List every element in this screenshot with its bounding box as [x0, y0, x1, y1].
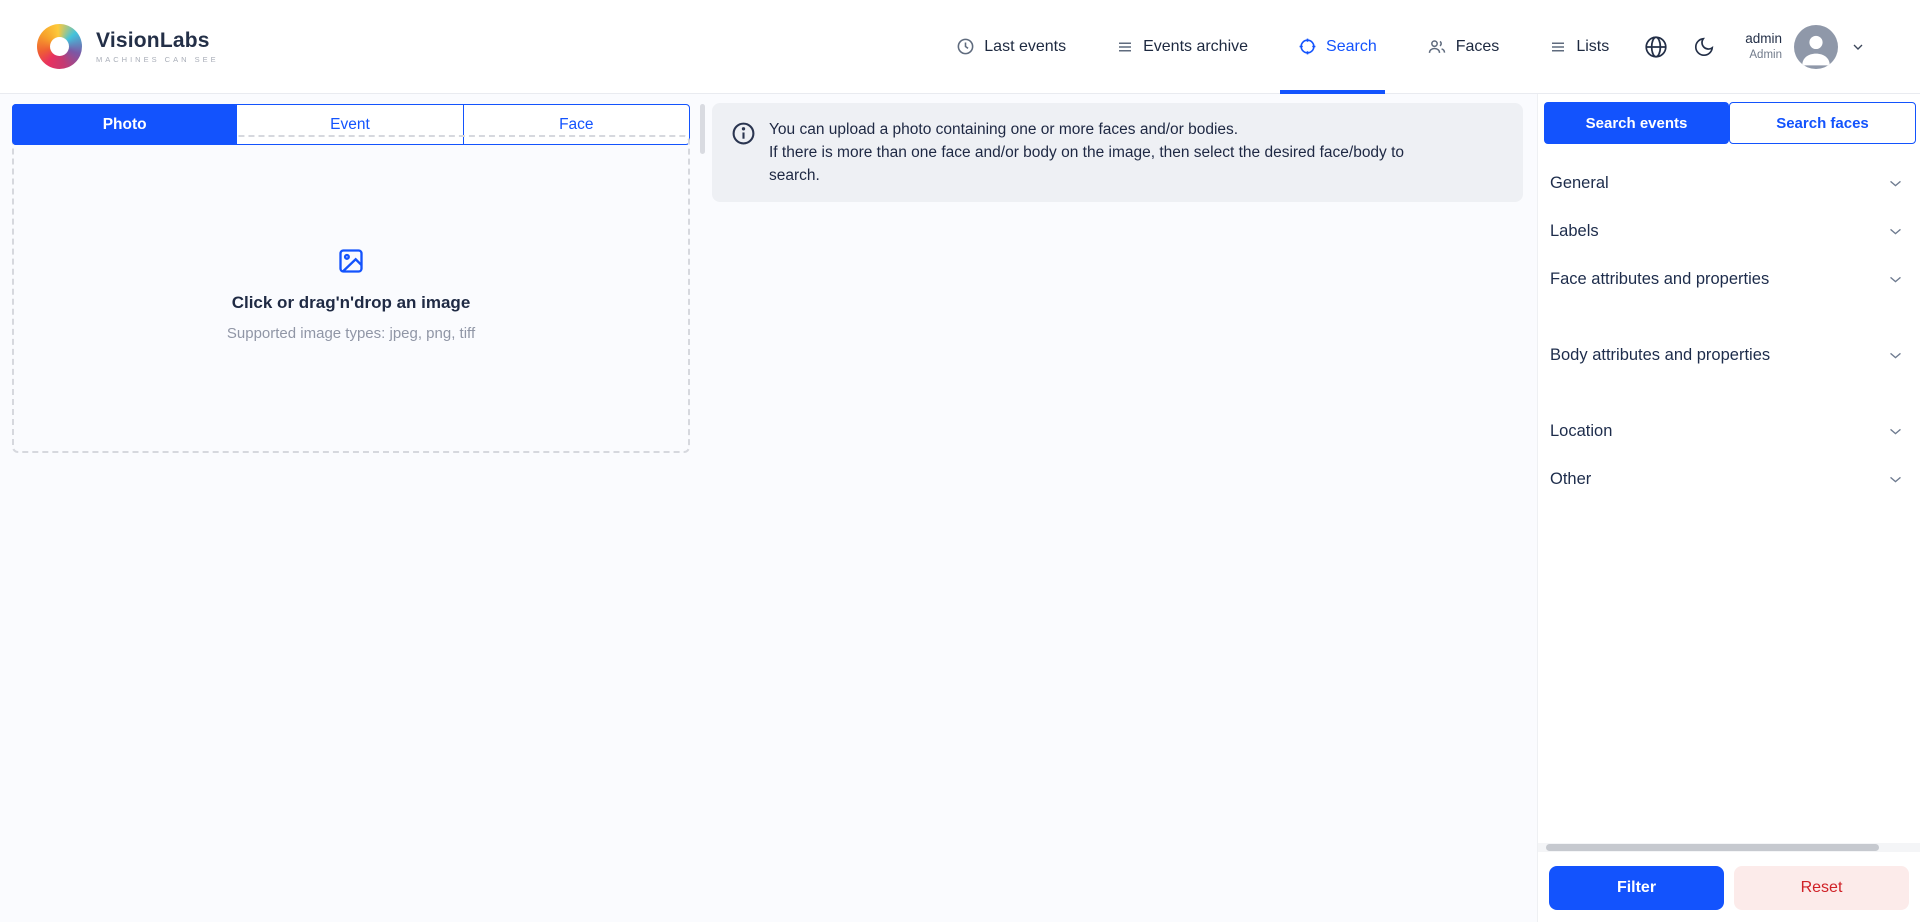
horizontal-scrollbar[interactable]	[1538, 843, 1920, 852]
reset-button[interactable]: Reset	[1734, 866, 1909, 910]
image-icon	[337, 247, 365, 275]
chevron-down-icon	[1887, 271, 1904, 288]
chevron-down-icon	[1887, 175, 1904, 192]
list-icon	[1549, 38, 1567, 56]
accordion-section-other[interactable]: Other	[1538, 455, 1920, 503]
nav-label: Last events	[984, 38, 1066, 56]
chevron-down-icon	[1887, 423, 1904, 440]
notice-line-2: If there is more than one face and/or bo…	[769, 141, 1459, 187]
accordion-section-face-attributes[interactable]: Face attributes and properties	[1538, 255, 1920, 303]
nav-item-search[interactable]: Search	[1298, 0, 1377, 94]
nav-item-lists[interactable]: Lists	[1549, 0, 1609, 94]
chevron-down-icon[interactable]	[1850, 39, 1866, 55]
image-dropzone[interactable]: Click or drag'n'drop an image Supported …	[12, 135, 690, 453]
vertical-scrollbar-thumb[interactable]	[700, 104, 705, 154]
tab-photo[interactable]: Photo	[12, 104, 237, 145]
app-header: VisionLabs MACHINES CAN SEE Last events …	[0, 0, 1920, 94]
dropzone-subtitle: Supported image types: jpeg, png, tiff	[227, 325, 475, 342]
dropzone-title: Click or drag'n'drop an image	[232, 293, 471, 313]
horizontal-scrollbar-thumb[interactable]	[1546, 844, 1879, 851]
info-icon	[731, 121, 756, 187]
list-icon	[1116, 38, 1134, 56]
visionlabs-logo-icon	[37, 24, 82, 69]
clock-icon	[956, 37, 975, 56]
user-role: Admin	[1749, 48, 1782, 62]
user-menu[interactable]: admin Admin	[1745, 25, 1866, 69]
search-mode-tabs: Search events Search faces	[1544, 102, 1916, 144]
brand-tagline: MACHINES CAN SEE	[96, 56, 219, 64]
language-globe-icon[interactable]	[1643, 34, 1669, 60]
main-nav: Last events Events archive Search Faces …	[956, 0, 1609, 94]
nav-label: Search	[1326, 38, 1377, 56]
accordion-section-location[interactable]: Location	[1538, 407, 1920, 455]
nav-item-last-events[interactable]: Last events	[956, 0, 1066, 94]
avatar[interactable]	[1794, 25, 1838, 69]
nav-item-faces[interactable]: Faces	[1427, 0, 1500, 94]
chevron-down-icon	[1887, 347, 1904, 364]
viewfinder-icon	[1298, 37, 1317, 56]
tab-search-faces[interactable]: Search faces	[1729, 102, 1916, 144]
notice-line-1: You can upload a photo containing one or…	[769, 118, 1459, 141]
people-icon	[1427, 37, 1447, 57]
brand-name: VisionLabs	[96, 30, 219, 51]
filter-accordion: General Labels Face attributes and prope…	[1538, 159, 1920, 503]
dark-mode-moon-icon[interactable]	[1693, 36, 1715, 58]
user-name: admin	[1745, 31, 1782, 48]
filter-button[interactable]: Filter	[1549, 866, 1724, 910]
chevron-down-icon	[1887, 223, 1904, 240]
upload-notice: You can upload a photo containing one or…	[712, 103, 1523, 202]
accordion-section-body-attributes[interactable]: Body attributes and properties	[1538, 331, 1920, 379]
nav-label: Lists	[1576, 38, 1609, 56]
nav-label: Faces	[1456, 38, 1500, 56]
nav-item-events-archive[interactable]: Events archive	[1116, 0, 1248, 94]
filters-footer: Filter Reset	[1538, 852, 1920, 922]
brand[interactable]: VisionLabs MACHINES CAN SEE	[37, 24, 219, 69]
accordion-section-general[interactable]: General	[1538, 159, 1920, 207]
tab-search-events[interactable]: Search events	[1544, 102, 1729, 144]
filters-sidebar: Search events Search faces General Label…	[1537, 94, 1920, 922]
chevron-down-icon	[1887, 471, 1904, 488]
accordion-section-labels[interactable]: Labels	[1538, 207, 1920, 255]
nav-label: Events archive	[1143, 38, 1248, 56]
